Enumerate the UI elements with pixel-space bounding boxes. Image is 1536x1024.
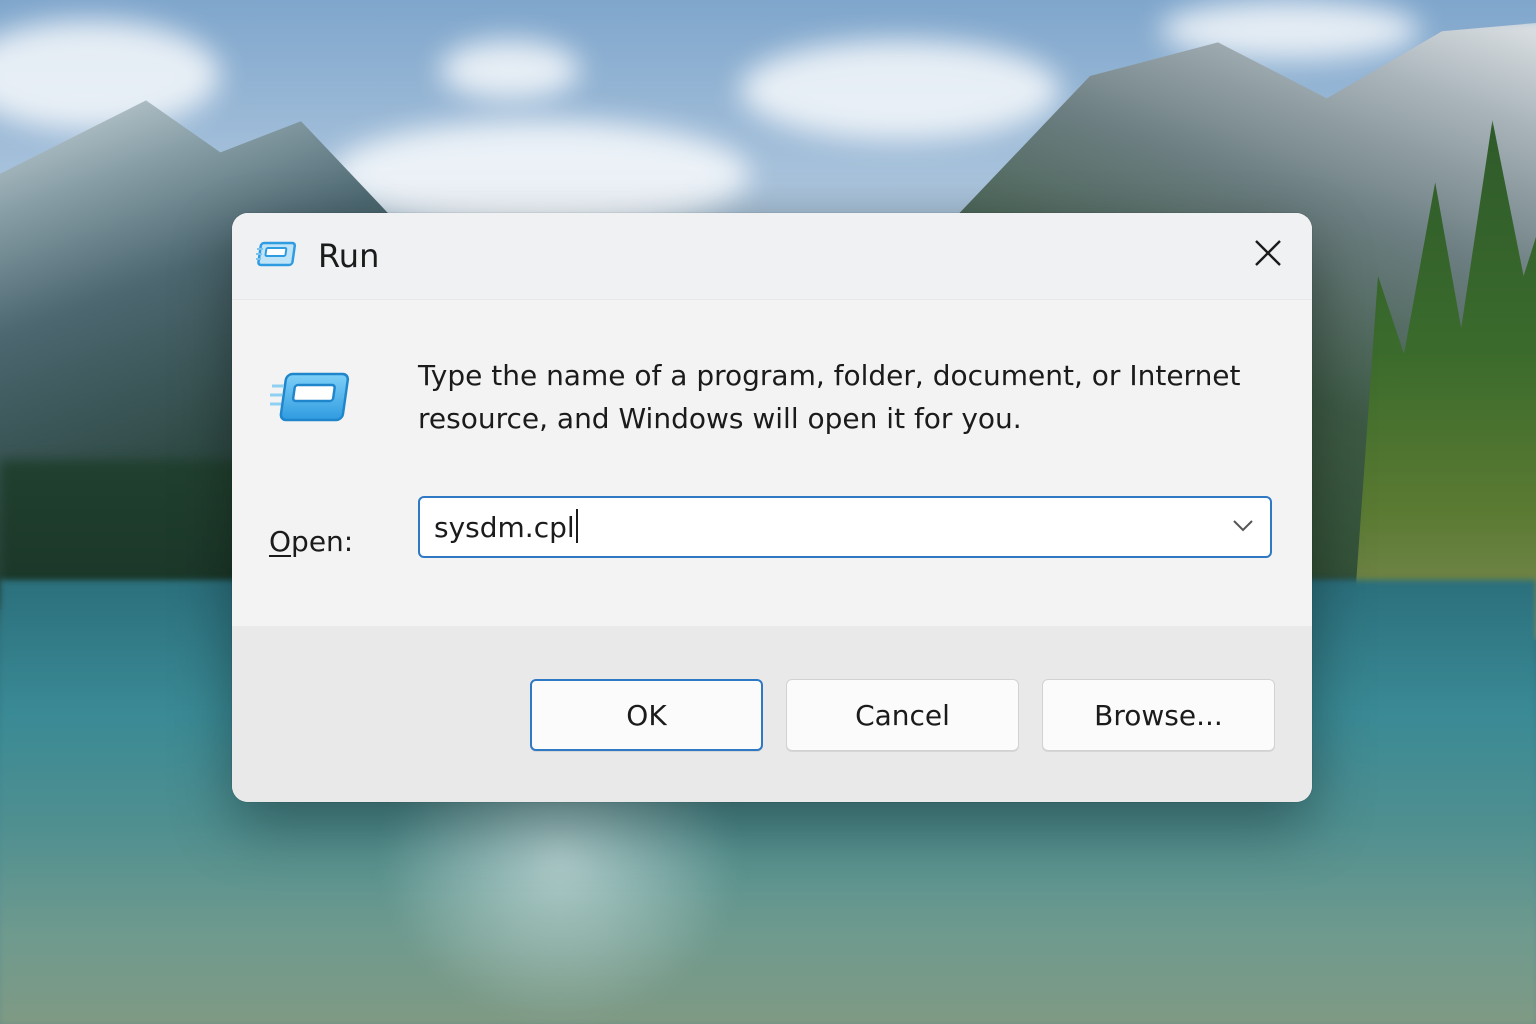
close-button[interactable] xyxy=(1244,231,1292,279)
run-icon xyxy=(268,364,354,434)
cancel-button[interactable]: Cancel xyxy=(786,679,1019,751)
open-input-value: sysdm.cpl xyxy=(434,511,575,544)
run-dialog: Run Type the name of a program, folder, … xyxy=(232,213,1312,802)
open-combobox[interactable]: sysdm.cpl xyxy=(418,496,1272,558)
wallpaper-cloud xyxy=(440,40,580,100)
wallpaper-cloud xyxy=(0,20,220,130)
open-input[interactable]: sysdm.cpl xyxy=(434,508,578,548)
wallpaper-reflection xyxy=(380,790,740,1024)
chevron-down-icon xyxy=(1232,518,1254,537)
wallpaper-cloud xyxy=(740,40,1060,140)
dropdown-button[interactable] xyxy=(1228,512,1258,542)
dialog-title: Run xyxy=(318,237,380,275)
browse-button[interactable]: Browse... xyxy=(1042,679,1275,751)
close-icon xyxy=(1253,238,1283,272)
wallpaper-shore xyxy=(0,460,260,600)
open-label-text: pen: xyxy=(291,525,354,558)
text-caret xyxy=(575,509,578,543)
dialog-footer: OK Cancel Browse... xyxy=(232,626,1312,802)
open-label: Open: xyxy=(269,522,353,562)
ok-button[interactable]: OK xyxy=(530,679,763,751)
dialog-content: Type the name of a program, folder, docu… xyxy=(232,300,1312,626)
title-bar[interactable]: Run xyxy=(232,213,1312,300)
open-label-accesskey: O xyxy=(269,525,292,558)
dialog-description: Type the name of a program, folder, docu… xyxy=(418,359,1241,435)
run-icon xyxy=(256,237,300,273)
